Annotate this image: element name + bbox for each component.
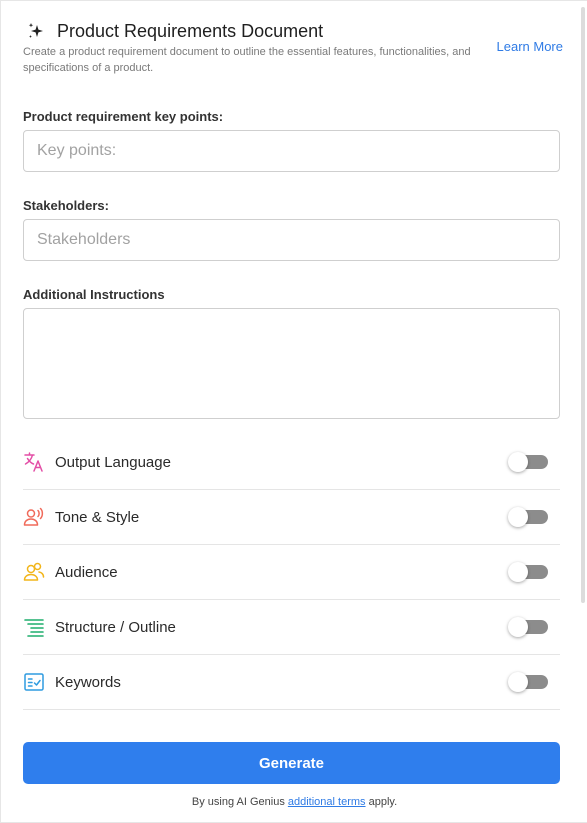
toggle-knob bbox=[508, 507, 528, 527]
title-row: Product Requirements Document bbox=[23, 19, 565, 43]
keywords-toggle[interactable] bbox=[508, 672, 548, 692]
outline-list-icon bbox=[23, 616, 45, 638]
additional-instructions-textarea[interactable] bbox=[23, 308, 560, 419]
structure-outline-toggle[interactable] bbox=[508, 617, 548, 637]
translate-icon bbox=[23, 451, 45, 473]
option-tone-style[interactable]: Tone & Style bbox=[23, 490, 560, 545]
option-audience[interactable]: Audience bbox=[23, 545, 560, 600]
header: Product Requirements Document Learn More… bbox=[23, 19, 565, 74]
prd-panel: Product Requirements Document Learn More… bbox=[0, 0, 587, 823]
option-structure-outline-label: Structure / Outline bbox=[55, 618, 176, 636]
tone-style-toggle[interactable] bbox=[508, 507, 548, 527]
toggle-knob bbox=[508, 452, 528, 472]
option-structure-outline[interactable]: Structure / Outline bbox=[23, 600, 560, 655]
footer-terms: By using AI Genius additional terms appl… bbox=[1, 796, 587, 808]
audience-toggle[interactable] bbox=[508, 562, 548, 582]
key-points-label: Product requirement key points: bbox=[23, 109, 224, 124]
toggle-knob bbox=[508, 672, 528, 692]
page-title: Product Requirements Document bbox=[57, 20, 324, 41]
voice-person-icon bbox=[23, 506, 45, 528]
additional-instructions-label: Additional Instructions bbox=[23, 287, 165, 302]
page-subtitle: Create a product requirement document to… bbox=[23, 46, 471, 74]
footer-suffix: apply. bbox=[365, 796, 398, 808]
stakeholders-label: Stakeholders: bbox=[23, 198, 109, 213]
option-output-language[interactable]: Output Language bbox=[23, 435, 560, 490]
people-icon bbox=[23, 561, 45, 583]
option-audience-label: Audience bbox=[55, 563, 118, 581]
option-output-language-label: Output Language bbox=[55, 453, 171, 471]
sparkle-icon bbox=[28, 23, 43, 38]
option-tone-style-label: Tone & Style bbox=[55, 508, 140, 526]
stakeholders-input[interactable] bbox=[23, 219, 560, 261]
toggle-knob bbox=[508, 562, 528, 582]
generate-button[interactable]: Generate bbox=[23, 742, 560, 784]
footer-prefix: By using AI Genius bbox=[191, 796, 288, 808]
option-keywords[interactable]: Keywords bbox=[23, 655, 560, 710]
keyword-checklist-icon bbox=[23, 671, 45, 693]
learn-more-link[interactable]: Learn More bbox=[497, 39, 563, 54]
additional-terms-link[interactable]: additional terms bbox=[288, 796, 366, 808]
option-keywords-label: Keywords bbox=[55, 673, 121, 691]
output-language-toggle[interactable] bbox=[508, 452, 548, 472]
key-points-input[interactable] bbox=[23, 130, 560, 172]
toggle-knob bbox=[508, 617, 528, 637]
scrollbar[interactable] bbox=[581, 7, 585, 603]
